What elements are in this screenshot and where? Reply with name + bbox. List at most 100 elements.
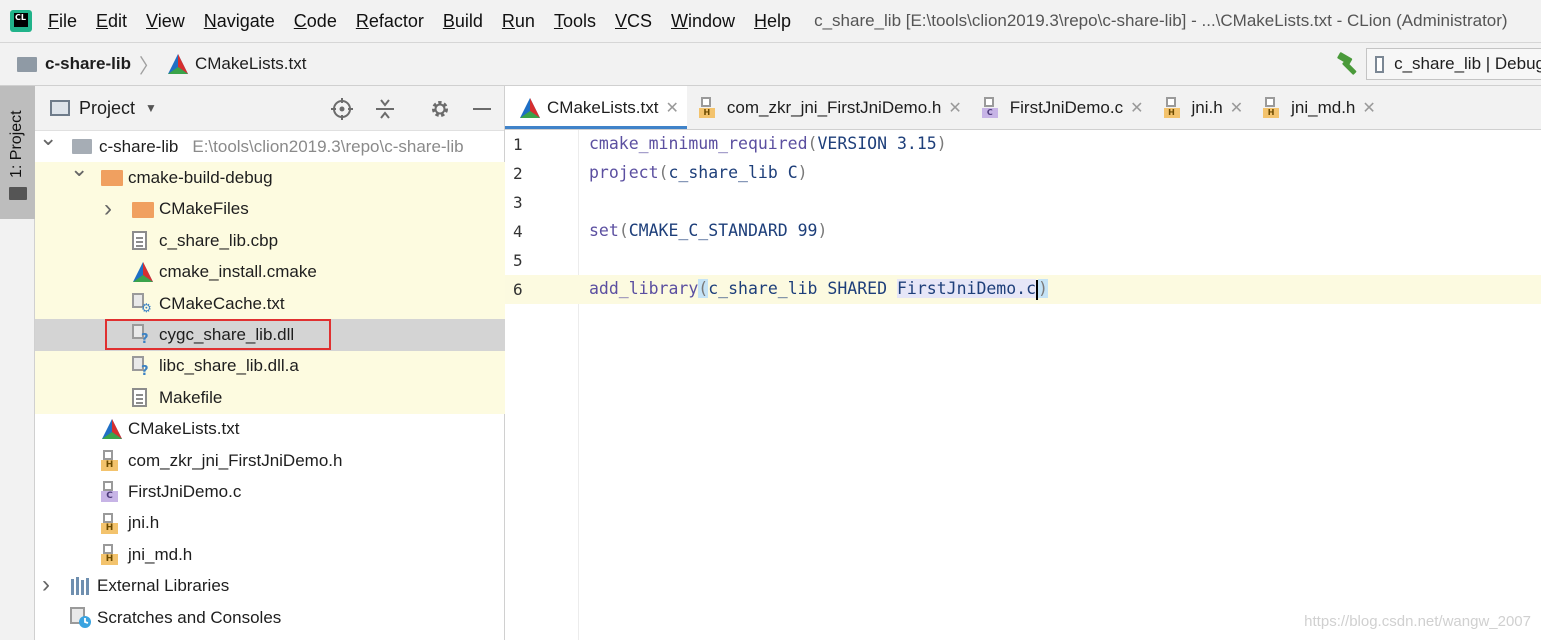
tree-item-label: c-share-lib E:\tools\clion2019.3\repo\c-s…	[99, 137, 464, 157]
menu-item-tools[interactable]: Tools	[554, 11, 596, 32]
tree-item-scratches-and-consoles[interactable]: Scratches and Consoles	[35, 602, 505, 633]
menu-item-refactor[interactable]: Refactor	[356, 11, 424, 32]
menu-mnemonic: B	[442, 10, 455, 31]
tree-item-label: FirstJniDemo.c	[128, 482, 241, 502]
menu-mnemonic: V	[614, 10, 627, 31]
tree-item-cmakefiles[interactable]: › CMakeFiles	[35, 193, 505, 226]
tab-jni-h[interactable]: Hjni.h ✕	[1152, 86, 1252, 129]
run-config-label: c_share_lib | Debug	[1394, 54, 1541, 73]
build-hammer-icon[interactable]	[1335, 51, 1363, 77]
code-line[interactable]: 4 set(CMAKE_C_STANDARD 99)	[505, 217, 1541, 246]
tree-item-jni-h[interactable]: Hjni.h	[35, 508, 505, 539]
collapse-all-icon[interactable]	[374, 98, 396, 120]
menu-label-rest: avigate	[216, 10, 275, 31]
code-line[interactable]: 3	[505, 188, 1541, 217]
close-icon[interactable]: ✕	[665, 98, 678, 118]
code-line[interactable]: 2 project(c_share_lib C)	[505, 159, 1541, 188]
close-icon[interactable]: ✕	[1230, 98, 1243, 118]
menu-item-vcs[interactable]: VCS	[615, 11, 652, 32]
cmake-icon	[519, 97, 540, 119]
cmake-command: cmake_minimum_required	[589, 134, 808, 153]
tree-item-name: Makefile	[159, 387, 223, 407]
tree-item-label: cmake-build-debug	[128, 168, 273, 188]
minimize-icon[interactable]	[471, 98, 493, 120]
tree-item-libc-share-lib-dll-a[interactable]: ? libc_share_lib.dll.a	[35, 350, 505, 383]
tree-item-c-share-lib-cbp[interactable]: c_share_lib.cbp	[35, 225, 505, 257]
menu-item-window[interactable]: Window	[671, 11, 735, 32]
folder-icon	[17, 56, 37, 72]
tree-item-cmake-build-debug[interactable]: ⌄ cmake-build-debug	[35, 156, 505, 194]
close-icon[interactable]: ✕	[1130, 98, 1143, 118]
project-tool-window-tab[interactable]: 1: Project	[0, 86, 35, 219]
menu-item-edit[interactable]: Edit	[96, 11, 127, 32]
menu-label-rest: iew	[157, 10, 185, 31]
tree-item-label: Makefile	[159, 388, 222, 408]
file-type-badge: H	[1163, 107, 1180, 118]
menu-mnemonic: N	[203, 10, 217, 31]
tab-label: jni_md.h	[1291, 97, 1356, 117]
editor-tabs: CMakeLists.txt ✕ Hcom_zkr_jni_FirstJniDemo…	[505, 86, 1541, 130]
code-line[interactable]: 5	[505, 246, 1541, 275]
project-panel-header: Project ▼	[35, 86, 504, 131]
gear-icon[interactable]	[429, 98, 451, 120]
header-file-icon: H	[101, 512, 118, 534]
unknown-file-icon: ?	[132, 355, 149, 379]
chevron-down-icon[interactable]: ▼	[145, 101, 157, 115]
breadcrumb-file[interactable]: CMakeLists.txt	[195, 54, 306, 74]
menu-item-file[interactable]: File	[48, 11, 77, 32]
code-area[interactable]: 1 cmake_minimum_required(VERSION 3.15) 2 pr…	[505, 130, 1541, 304]
menu-label-rest: uild	[454, 10, 483, 31]
source-file-arg: FirstJniDemo.c	[896, 279, 1037, 298]
tree-item-external-libraries[interactable]: › External Libraries	[35, 570, 505, 601]
libraries-icon	[70, 577, 92, 596]
tree-item-name: FirstJniDemo.c	[128, 481, 242, 501]
locate-target-icon[interactable]	[331, 98, 353, 120]
open-paren: (	[807, 134, 818, 153]
tree-item-cmakecache-txt[interactable]: ⚙ CMakeCache.txt	[35, 287, 505, 320]
code-text: project(c_share_lib C)	[589, 163, 808, 182]
chevron-right-icon[interactable]: ›	[101, 195, 115, 223]
tab-label: FirstJniDemo.c	[1009, 97, 1124, 117]
tree-item-firstjnidemo-c[interactable]: C FirstJniDemo.c	[35, 476, 505, 507]
tree-item-com-zkr-jni-firstjnidemo-h[interactable]: Hcom_zkr_jni_FirstJniDemo.h	[35, 445, 505, 476]
tree-item-jni-md-h[interactable]: Hjni_md.h	[35, 539, 505, 570]
tab-label: CMakeLists.txt	[547, 97, 659, 117]
header-file-icon: H	[101, 449, 118, 471]
tree-item-name: CMakeCache.txt	[159, 293, 285, 313]
tab-com-zkr-jni-firstjnidemo-h[interactable]: Hcom_zkr_jni_FirstJniDemo.h ✕	[687, 86, 970, 129]
close-icon[interactable]: ✕	[1362, 98, 1375, 118]
menu-label-rest: CS	[627, 10, 653, 31]
menu-item-help[interactable]: Help	[754, 11, 791, 32]
menu-label-rest: elp	[767, 10, 792, 31]
tree-item-makefile[interactable]: Makefile	[35, 382, 505, 414]
menu-item-view[interactable]: View	[146, 11, 185, 32]
code-line[interactable]: 1 cmake_minimum_required(VERSION 3.15)	[505, 130, 1541, 159]
tree-item-c-share-lib[interactable]: ⌄ c-share-lib E:\tools\clion2019.3\repo\c-…	[35, 125, 505, 162]
tree-item-path: E:\tools\clion2019.3\repo\c-share-lib	[192, 136, 464, 156]
code-line[interactable]: 6 add_library(c_share_lib SHARED FirstJni…	[505, 275, 1541, 304]
menu-item-build[interactable]: Build	[443, 11, 483, 32]
tree-item-cygc-share-lib-dll[interactable]: ? cygc_share_lib.dll	[35, 319, 505, 351]
chevron-down-icon[interactable]: ⌄	[39, 125, 57, 151]
tree-item-cmake-install-cmake[interactable]: cmake_install.cmake	[35, 256, 505, 288]
line-number: 1	[513, 135, 523, 154]
close-paren: )	[1038, 279, 1048, 298]
line-number: 2	[513, 164, 523, 183]
tree-item-cmakelists-txt[interactable]: CMakeLists.txt	[35, 414, 505, 445]
breadcrumb-root[interactable]: c-share-lib	[45, 54, 131, 74]
tree-item-label: Scratches and Consoles	[97, 608, 281, 628]
close-icon[interactable]: ✕	[948, 98, 961, 118]
menu-item-run[interactable]: Run	[502, 11, 535, 32]
tab-jni-md-h[interactable]: Hjni_md.h ✕	[1251, 86, 1384, 129]
tree-item-name: libc_share_lib.dll.a	[159, 356, 299, 376]
menu-item-code[interactable]: Code	[294, 11, 337, 32]
chevron-right-icon[interactable]: ›	[39, 571, 53, 599]
settings-file-icon: ⚙	[132, 292, 152, 315]
tab-firstjnidemo-c[interactable]: C FirstJniDemo.c ✕	[970, 86, 1152, 129]
tab-cmakelists-txt[interactable]: CMakeLists.txt ✕	[505, 86, 687, 129]
menu-item-navigate[interactable]: Navigate	[204, 11, 275, 32]
chevron-down-icon[interactable]: ⌄	[70, 156, 88, 182]
project-view-selector[interactable]: Project	[79, 98, 135, 119]
run-configuration-selector[interactable]: c_share_lib | Debug	[1366, 48, 1541, 80]
cmake-icon	[167, 54, 188, 74]
